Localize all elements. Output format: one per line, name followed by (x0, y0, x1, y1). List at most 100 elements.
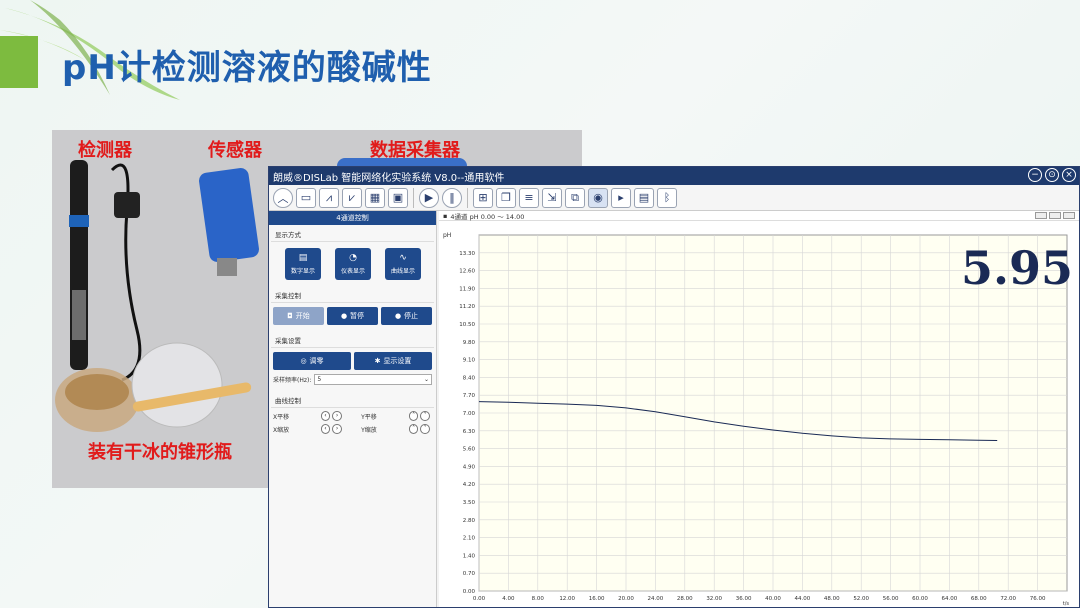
collect-control-title: 采集控制 (271, 286, 434, 303)
x-tick-label: 28.00 (677, 596, 693, 602)
x-zoom-in-icon[interactable]: › (332, 424, 342, 434)
start-label: 开始 (295, 312, 310, 320)
chevron-down-icon: ⌄ (423, 376, 429, 383)
x-tick-label: 72.00 (1000, 596, 1016, 602)
accent-bar (0, 36, 38, 88)
document-icon[interactable]: ▤ (634, 187, 654, 208)
device-icon[interactable]: ▭ (296, 187, 316, 208)
ph-reading: 5.95 (960, 241, 1073, 295)
x-tick-label: 52.00 (853, 596, 869, 602)
pause-icon[interactable]: ‖ (442, 187, 462, 208)
y-zoom-in-icon[interactable]: ˄ (408, 424, 419, 434)
x-tick-label: 24.00 (648, 596, 664, 602)
x-pan-right-icon[interactable]: › (332, 411, 342, 421)
y-tick-label: 8.40 (463, 375, 476, 381)
toolbar-divider (413, 187, 414, 208)
y-tick-label: 13.30 (459, 251, 475, 257)
start-icon: ◘ (287, 312, 293, 320)
curve-display-button[interactable]: ∿ 曲线显示 (385, 248, 421, 280)
gauge-display-label: 仪表显示 (340, 268, 365, 275)
chart-channel-label: 4通道 pH 0.00 ～ 14.00 (450, 212, 525, 221)
x-zoom-label: X缩放 (273, 426, 290, 434)
digital-display-label: 数字显示 (290, 268, 315, 275)
gauge-icon: ◔ (349, 253, 357, 263)
y-tick-label: 0.00 (463, 589, 476, 595)
export-icon[interactable]: ⇲ (542, 187, 562, 208)
area-chart-icon[interactable]: ⩗ (342, 187, 362, 208)
table-icon[interactable]: ▦ (365, 187, 385, 208)
bluetooth-icon[interactable]: ᛒ (657, 187, 677, 208)
copy-icon[interactable]: ❐ (496, 187, 516, 208)
curve-icon: ∿ (399, 253, 407, 263)
zero-button[interactable]: ◎ 调零 (273, 352, 351, 370)
window-titlebar: 朗威®DISLab 智能网络化实验系统 V8.0--通用软件 − ⊙ × (269, 167, 1079, 185)
x-tick-label: 12.00 (559, 596, 575, 602)
pause-button[interactable]: ● 暂停 (327, 307, 378, 325)
gauge-display-button[interactable]: ◔ 仪表显示 (335, 248, 371, 280)
close-button[interactable]: × (1062, 168, 1076, 182)
x-zoom-out-icon[interactable]: ‹ (320, 424, 331, 434)
label-collector: 数据采集器 (370, 140, 460, 161)
chart-restore-button[interactable] (1049, 212, 1061, 219)
restore-button[interactable]: ⊙ (1045, 168, 1059, 182)
freq-select[interactable]: 5 ⌄ (314, 374, 432, 385)
x-tick-label: 56.00 (883, 596, 899, 602)
x-pan-label: X平移 (273, 413, 290, 421)
stop-button[interactable]: ● 停止 (381, 307, 432, 325)
zero-label: 调零 (309, 357, 324, 365)
collect-settings-title: 采集设置 (271, 331, 434, 348)
y-tick-label: 1.40 (463, 553, 476, 559)
y-tick-label: 11.20 (459, 304, 475, 310)
y-tick-label: 7.70 (463, 393, 476, 399)
collapse-icon[interactable]: ︿ (273, 187, 293, 208)
gear-icon: ✱ (374, 357, 381, 365)
x-tick-label: 4.00 (502, 596, 515, 602)
y-zoom-out-icon[interactable]: ˅ (420, 424, 430, 434)
minimize-button[interactable]: − (1028, 168, 1042, 182)
y-tick-label: 12.60 (459, 269, 475, 275)
y-tick-label: 4.90 (463, 464, 476, 470)
compare-icon[interactable]: ⧉ (565, 187, 585, 208)
dislab-window: 朗威®DISLab 智能网络化实验系统 V8.0--通用软件 − ⊙ × ︿ ▭… (268, 166, 1080, 608)
grid-icon[interactable]: ⊞ (473, 187, 493, 208)
curve-display-label: 曲线显示 (390, 268, 415, 275)
video-icon[interactable]: ▸ (611, 187, 631, 208)
y-pan-down-icon[interactable]: ˅ (420, 411, 430, 421)
y-tick-label: 3.50 (463, 500, 476, 506)
sliders-icon[interactable]: ≡ (519, 187, 539, 208)
curve-control-title: 曲线控制 (271, 391, 434, 408)
line-chart-icon[interactable]: ⩘ (319, 187, 339, 208)
y-tick-label: 11.90 (459, 286, 475, 292)
y-pan-label: Y平移 (361, 413, 377, 421)
freq-value: 5 (317, 376, 322, 383)
chart-minimize-button[interactable] (1035, 212, 1047, 219)
display-mode-title: 显示方式 (271, 225, 434, 242)
digital-display-button[interactable]: ▤ 数字显示 (285, 248, 321, 280)
y-tick-label: 2.10 (463, 536, 476, 542)
stop-circle-icon: ● (394, 312, 402, 320)
y-tick-label: 0.70 (463, 571, 476, 577)
start-button[interactable]: ◘ 开始 (273, 307, 324, 325)
play-icon[interactable]: ▶ (419, 187, 439, 208)
y-pan-up-icon[interactable]: ˄ (408, 411, 419, 421)
x-pan-left-icon[interactable]: ‹ (320, 411, 331, 421)
label-detector: 检测器 (78, 140, 132, 161)
y-tick-label: 9.80 (463, 340, 476, 346)
y-tick-label: 6.30 (463, 429, 476, 435)
chart-area: ▪ 4通道 pH 0.00 ～ 14.00 0.00 0.70 1.40 2.10 2.… (439, 211, 1079, 607)
x-tick-label: 48.00 (824, 596, 840, 602)
label-flask: 装有干冰的锥形瓶 (88, 442, 232, 463)
camera-icon[interactable]: ◉ (588, 187, 608, 208)
chart-header: ▪ 4通道 pH 0.00 ～ 14.00 (439, 211, 1079, 221)
x-tick-label: 60.00 (912, 596, 928, 602)
stop-label: 停止 (404, 312, 419, 320)
x-tick-label: 8.00 (532, 596, 545, 602)
x-tick-label: 64.00 (942, 596, 958, 602)
chart-close-button[interactable] (1063, 212, 1075, 219)
pause-label: 暂停 (350, 312, 365, 320)
toolbar: ︿ ▭ ⩘ ⩗ ▦ ▣ ▶ ‖ ⊞ ❐ ≡ ⇲ ⧉ ◉ ▸ ▤ ᛒ (269, 185, 1079, 211)
x-tick-label: 20.00 (618, 596, 634, 602)
image-icon[interactable]: ▣ (388, 187, 408, 208)
display-settings-button[interactable]: ✱ 显示设置 (354, 352, 432, 370)
channel-control-panel: 4通道控制 显示方式 ▤ 数字显示 ◔ 仪表显示 ∿ 曲线显示 采集控制 ◘ 开始… (269, 211, 437, 607)
